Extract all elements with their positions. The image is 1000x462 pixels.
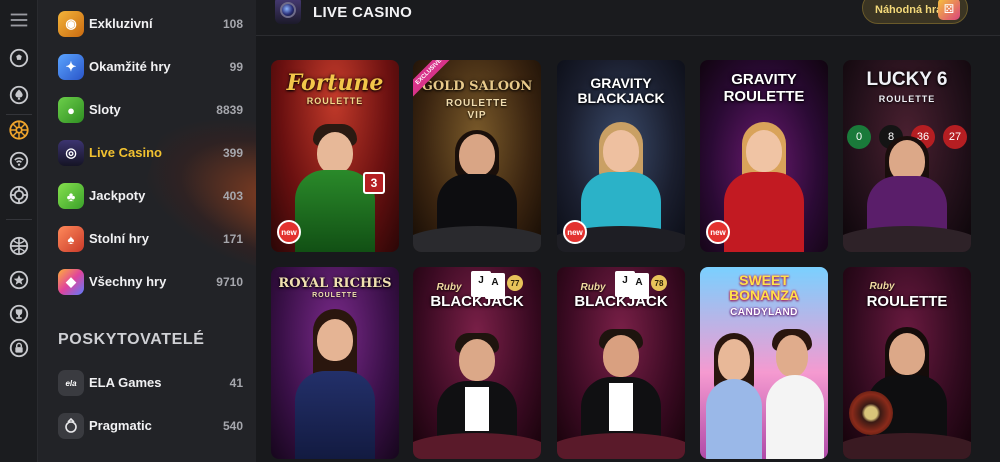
- main-content: LIVE CASINO Náhodná hra ⚄ Fortune ROULET…: [256, 0, 1000, 462]
- exclusive-icon: ◉: [58, 11, 84, 37]
- game-title: LUCKY 6: [866, 69, 948, 90]
- new-badge: new: [563, 220, 587, 244]
- new-badge: new: [277, 220, 301, 244]
- random-game-button[interactable]: Náhodná hra ⚄: [862, 0, 968, 24]
- game-tile-ruby-blackjack-77[interactable]: BLACKJACK Ruby J A 77: [413, 267, 541, 459]
- page-title: LIVE CASINO: [313, 4, 413, 21]
- sport-icon[interactable]: [7, 234, 31, 258]
- sidebar-item-label: Okamžité hry: [89, 59, 171, 74]
- sidebar-item-count: 108: [222, 17, 243, 31]
- game-title: ROULETTE: [866, 293, 948, 310]
- roulette-wheel-icon[interactable]: [7, 118, 31, 142]
- sidebar-item-label: Live Casino: [89, 145, 162, 160]
- table-games-icon: ♠: [58, 226, 84, 252]
- live-camera-icon: ◎: [58, 140, 84, 166]
- sidebar-item-count: 399: [222, 146, 243, 160]
- game-tile-gold-saloon-roulette-vip[interactable]: GOLD SALOON ROULETTE VIP EXCLUSIVE: [413, 60, 541, 252]
- game-tile-fortune-roulette[interactable]: Fortune ROULETTE 3 new: [271, 60, 399, 252]
- table-number-badge: 78: [651, 275, 667, 291]
- jackpot-icon: ♣: [58, 183, 84, 209]
- sidebar-item-label: Jackpoty: [89, 188, 146, 203]
- sidebar-item-label: Všechny hry: [89, 274, 167, 289]
- game-title: GOLD SALOON: [421, 79, 533, 94]
- game-title: ROYAL RICHES: [278, 276, 392, 291]
- sidebar-item-jackpoty[interactable]: ♣ Jackpoty 403: [38, 176, 256, 216]
- hamburger-menu-icon[interactable]: [7, 8, 31, 32]
- sidebar-item-count: 9710: [216, 275, 243, 289]
- provider-item-ela-games[interactable]: ela ELA Games 41: [38, 363, 256, 403]
- spade-icon[interactable]: [7, 83, 31, 107]
- sidebar-item-label: Sloty: [89, 102, 121, 117]
- ela-games-logo-icon: ela: [58, 370, 84, 396]
- sidebar-item-label: Exkluzivní: [89, 16, 153, 31]
- star-icon[interactable]: [7, 268, 31, 292]
- dice-icon: ⚄: [938, 0, 960, 20]
- provider-item-label: ELA Games: [89, 375, 162, 390]
- slots-cherry-icon: ●: [58, 97, 84, 123]
- table-number-badge: 77: [507, 275, 523, 291]
- sidebar-item-exkluzivni[interactable]: ◉ Exkluzivní 108: [38, 4, 256, 44]
- game-title: GRAVITY BLACKJACK: [577, 75, 665, 107]
- sidebar-item-vsechny-hry[interactable]: ◆ Všechny hry 9710: [38, 262, 256, 302]
- sidebar-item-label: Stolní hry: [89, 231, 149, 246]
- live-camera-icon: [275, 0, 301, 24]
- game-tile-ruby-roulette[interactable]: Ruby ROULETTE: [843, 267, 971, 459]
- game-tile-sweet-bonanza-candyland[interactable]: SWEET BONANZA CANDYLAND: [700, 267, 828, 459]
- game-title: GRAVITY ROULETTE: [723, 71, 805, 105]
- rail-divider: [6, 114, 32, 115]
- game-tile-gravity-roulette[interactable]: GRAVITY ROULETTE new: [700, 60, 828, 252]
- game-subtitle: Ruby: [869, 281, 895, 292]
- sidebar-item-count: 171: [222, 232, 243, 246]
- live-signal-icon[interactable]: [7, 149, 31, 173]
- game-tile-ruby-blackjack-78[interactable]: BLACKJACK Ruby J A 78: [557, 267, 685, 459]
- icon-rail: [0, 0, 38, 462]
- category-sidebar: ◉ Exkluzivní 108 ✦ Okamžité hry 99 ● Slo…: [38, 0, 256, 462]
- sidebar-item-okamzite-hry[interactable]: ✦ Okamžité hry 99: [38, 47, 256, 87]
- soccer-ball-icon[interactable]: [7, 46, 31, 70]
- lock-icon[interactable]: [7, 336, 31, 360]
- section-header: LIVE CASINO Náhodná hra ⚄: [256, 0, 1000, 36]
- game-subtitle: ROULETTE VIP: [446, 98, 508, 121]
- provider-item-label: Pragmatic: [89, 418, 152, 433]
- game-tile-lucky-6-roulette[interactable]: LUCKY 6 ROULETTE 0 8 36 27: [843, 60, 971, 252]
- sidebar-item-stolni-hry[interactable]: ♠ Stolní hry 171: [38, 219, 256, 259]
- game-subtitle: ROULETTE: [878, 94, 936, 104]
- random-game-label: Náhodná hra: [875, 4, 943, 16]
- providers-heading: POSKYTOVATELÉ: [58, 331, 205, 348]
- provider-item-count: 540: [222, 419, 243, 433]
- sidebar-item-live-casino[interactable]: ◎ Live Casino 399: [38, 133, 256, 173]
- game-tile-gravity-blackjack[interactable]: GRAVITY BLACKJACK new: [557, 60, 685, 252]
- app-root: ◉ Exkluzivní 108 ✦ Okamžité hry 99 ● Slo…: [0, 0, 1000, 462]
- pragmatic-logo-icon: [58, 413, 84, 439]
- game-title: SWEET BONANZA: [729, 272, 799, 303]
- all-games-icon: ◆: [58, 269, 84, 295]
- bet-icon[interactable]: [7, 183, 31, 207]
- sidebar-item-sloty[interactable]: ● Sloty 8839: [38, 90, 256, 130]
- provider-item-pragmatic[interactable]: Pragmatic 540: [38, 406, 256, 446]
- new-badge: new: [706, 220, 730, 244]
- game-title: Fortune: [286, 70, 384, 96]
- sidebar-item-count: 403: [222, 189, 243, 203]
- provider-item-count: 41: [229, 376, 243, 390]
- rail-divider: [6, 219, 32, 220]
- game-subtitle: ROULETTE: [306, 96, 364, 106]
- game-subtitle: CANDYLAND: [730, 307, 798, 318]
- game-subtitle: ROULETTE: [312, 292, 358, 299]
- sidebar-item-count: 8839: [216, 103, 243, 117]
- trophy-icon[interactable]: [7, 302, 31, 326]
- instant-games-icon: ✦: [58, 54, 84, 80]
- game-tile-royal-riches-roulette[interactable]: ROYAL RICHES ROULETTE: [271, 267, 399, 459]
- sidebar-item-count: 99: [229, 60, 243, 74]
